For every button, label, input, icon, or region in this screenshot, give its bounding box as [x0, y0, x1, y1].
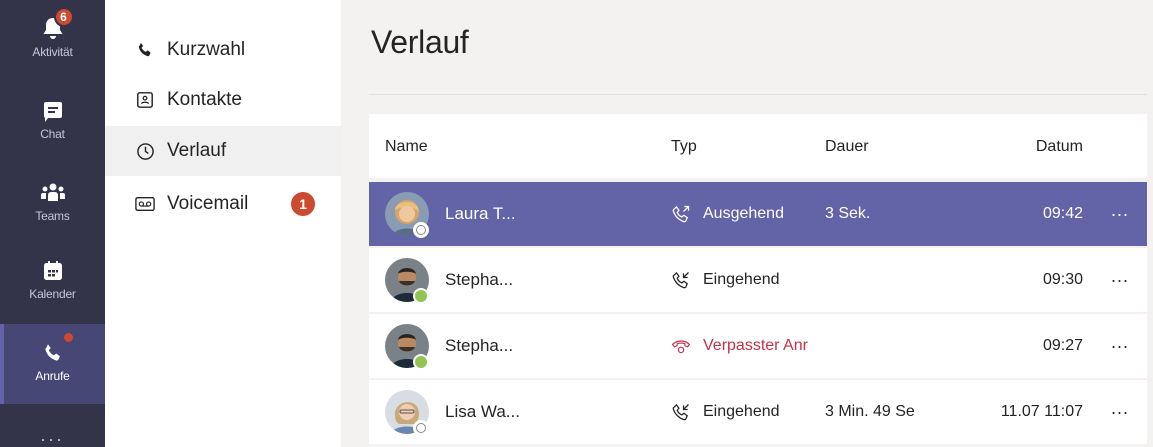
call-type: Eingehend — [671, 270, 780, 290]
column-header-duration[interactable]: Dauer — [825, 138, 869, 156]
call-date: 11.07 11:07 — [1000, 403, 1083, 420]
table-row[interactable]: Lisa Wa... Eingehend 3 Min. 49 Se 11.07 … — [369, 380, 1147, 444]
rail-item-calendar[interactable]: Kalender — [0, 242, 105, 320]
nav-item-speed-dial[interactable]: Kurzwahl — [105, 25, 341, 75]
voicemail-badge: 1 — [291, 192, 315, 216]
nav-item-contacts[interactable]: Kontakte — [105, 75, 341, 125]
caller-name: Stepha... — [445, 270, 514, 289]
column-header-type[interactable]: Typ — [671, 138, 697, 156]
rail-label: Kalender — [29, 287, 76, 301]
phone-icon — [135, 40, 155, 60]
nav-item-history[interactable]: Verlauf — [105, 126, 341, 176]
page-title: Verlauf — [371, 24, 469, 60]
rail-item-activity[interactable]: 6 Aktivität — [0, 0, 105, 78]
outgoing-call-icon — [671, 204, 691, 224]
table-row[interactable]: Stepha... Verpasster Anr 09:27 ... — [369, 314, 1147, 378]
rail-label: Chat — [40, 127, 65, 141]
call-type: Verpasster Anr — [671, 336, 808, 356]
call-date: 09:42 — [1042, 205, 1083, 222]
call-date: 09:30 — [1042, 271, 1083, 288]
rail-label: Aktivität — [32, 45, 73, 59]
presence-offline-icon — [413, 222, 429, 238]
nav-item-voicemail[interactable]: Voicemail 1 — [105, 179, 341, 229]
table-row[interactable]: Stepha... Eingehend 09:30 ... — [369, 248, 1147, 312]
activity-badge: 6 — [53, 7, 74, 27]
bell-icon: 6 — [40, 7, 74, 42]
rail-item-calls[interactable]: Anrufe — [0, 324, 105, 404]
call-duration: 3 Sek. — [825, 205, 871, 222]
missed-call-icon — [671, 336, 691, 356]
calls-nav-pane: Kurzwahl Kontakte Verlauf Voicemail 1 — [105, 0, 341, 447]
nav-item-label: Voicemail — [167, 193, 249, 214]
rail-item-chat[interactable]: Chat — [0, 82, 105, 160]
caller-name: Lisa Wa... — [445, 402, 520, 421]
table-header: Name Typ Dauer Datum — [369, 114, 1147, 178]
calls-notification-dot — [63, 333, 73, 342]
presence-available-icon — [413, 288, 429, 304]
nav-item-label: Kurzwahl — [167, 39, 246, 60]
more-options-icon[interactable]: ... — [1111, 398, 1129, 419]
presence-available-icon — [413, 354, 429, 370]
phone-icon — [40, 333, 73, 366]
divider — [369, 94, 1147, 95]
call-type-label: Ausgehend — [703, 205, 784, 222]
column-header-date[interactable]: Datum — [1036, 138, 1083, 156]
history-main: Verlauf Name Typ Dauer Datum Laura T... … — [341, 0, 1153, 447]
more-options-icon[interactable]: ... — [1111, 200, 1129, 221]
presence-offline-icon — [413, 420, 429, 436]
incoming-call-icon — [671, 270, 691, 290]
rail-item-teams[interactable]: Teams — [0, 164, 105, 242]
call-duration: 3 Min. 49 Se — [825, 403, 915, 420]
caller-name: Laura T... — [445, 204, 516, 223]
more-options-icon[interactable]: ... — [1111, 266, 1129, 287]
app-rail: 6 Aktivität Chat Teams Kalender Anrufe .… — [0, 0, 105, 447]
nav-item-label: Kontakte — [167, 89, 242, 110]
call-type-label: Eingehend — [703, 403, 780, 420]
teams-icon — [40, 180, 66, 206]
rail-label: Teams — [35, 209, 70, 223]
caller-name: Stepha... — [445, 336, 514, 355]
more-apps-icon[interactable]: ... — [0, 426, 105, 444]
contacts-icon — [135, 90, 155, 110]
call-type-label: Eingehend — [703, 271, 780, 288]
nav-item-label: Verlauf — [167, 140, 227, 161]
call-date: 09:27 — [1042, 337, 1083, 354]
table-row[interactable]: Laura T... Ausgehend 3 Sek. 09:42 ... — [369, 182, 1147, 246]
more-options-icon[interactable]: ... — [1111, 332, 1129, 353]
call-type: Eingehend — [671, 402, 780, 422]
clock-icon — [135, 141, 155, 161]
call-type-label: Verpasster Anr — [703, 337, 808, 354]
voicemail-icon — [135, 194, 155, 214]
rail-label: Anrufe — [35, 369, 70, 383]
call-type: Ausgehend — [671, 204, 784, 224]
chat-icon — [40, 98, 66, 124]
calendar-icon — [40, 258, 66, 284]
incoming-call-icon — [671, 402, 691, 422]
column-header-name[interactable]: Name — [385, 138, 428, 156]
